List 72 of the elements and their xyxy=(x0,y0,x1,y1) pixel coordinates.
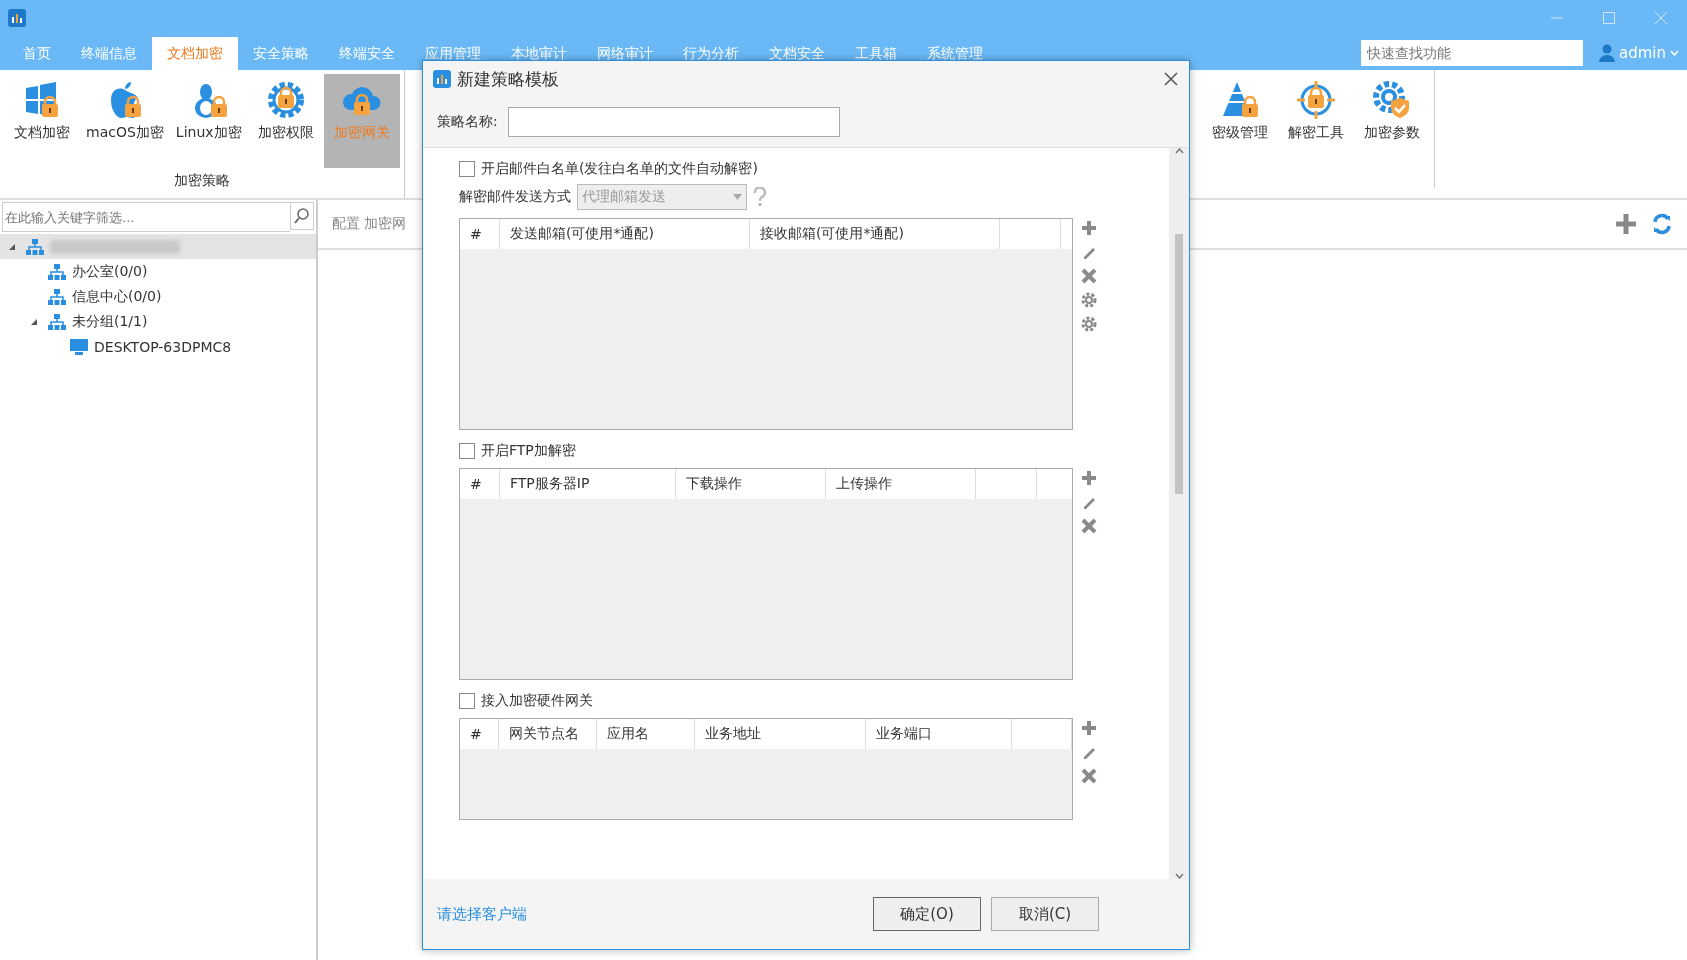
column-header: 发送邮箱(可使用*通配) xyxy=(500,219,750,249)
plus-icon[interactable] xyxy=(1081,470,1097,486)
app-icon xyxy=(8,9,26,27)
field-label: 解密邮件发送方式 xyxy=(459,188,571,206)
ribbon-button[interactable]: Linux加密 xyxy=(169,74,248,168)
caret-icon[interactable] xyxy=(1670,50,1679,56)
column-header: 业务地址 xyxy=(694,719,867,749)
scrollbar-thumb[interactable] xyxy=(1175,233,1183,494)
option-checkbox[interactable]: 开启FTP加解密 xyxy=(459,438,1169,464)
column-header: # xyxy=(460,719,500,749)
plus-icon[interactable] xyxy=(1615,213,1637,235)
ribbon-button[interactable]: 密级管理 xyxy=(1201,74,1278,168)
org-chart-icon xyxy=(48,313,66,330)
tree-item[interactable]: 办公室(0/0) xyxy=(0,259,316,284)
tree-label: 信息中心(0/0) xyxy=(72,287,162,306)
name-field[interactable] xyxy=(507,107,840,137)
user-icon xyxy=(1599,44,1615,62)
ok-button[interactable]: 确定(O) xyxy=(873,897,981,931)
cancel-button[interactable]: 取消(C) xyxy=(991,897,1099,931)
org-chart-icon xyxy=(26,238,44,255)
app-icon xyxy=(433,70,451,88)
computer-icon xyxy=(70,338,88,355)
delete-icon[interactable] xyxy=(1081,518,1097,534)
column-header: 下载操作 xyxy=(676,469,826,499)
settings-icon[interactable] xyxy=(1081,316,1097,332)
search-icon[interactable] xyxy=(290,202,314,230)
column-header: 业务端口 xyxy=(866,719,1013,749)
tree-item[interactable]: 未分组(1/1) xyxy=(0,309,316,334)
tree-item[interactable]: DESKTOP-63DPMC8 xyxy=(0,334,316,359)
filter-field[interactable]: 在此输入关键字筛选... xyxy=(2,202,290,232)
plus-icon[interactable] xyxy=(1081,720,1097,736)
delete-icon[interactable] xyxy=(1081,768,1097,784)
option-checkbox[interactable]: 接入加密硬件网关 xyxy=(459,688,1169,714)
dialog-title: 新建策略模板 xyxy=(457,67,559,91)
expand-toggle-icon[interactable] xyxy=(30,317,38,326)
ribbon-button[interactable]: 文档加密 xyxy=(4,74,80,168)
ribbon-button[interactable]: macOS加密 xyxy=(80,74,170,168)
refresh-icon[interactable] xyxy=(1651,213,1673,235)
tree-label: 未分组(1/1) xyxy=(72,312,148,331)
column-header: # xyxy=(460,219,500,249)
delete-icon[interactable] xyxy=(1081,268,1097,284)
ribbon-button[interactable]: 解密工具 xyxy=(1277,74,1354,168)
settings-icon[interactable] xyxy=(1081,292,1097,308)
column-header: 应用名 xyxy=(597,719,695,749)
gear-shield-icon xyxy=(1371,80,1412,120)
column-header: 网关节点名 xyxy=(499,719,598,749)
scroll-down-icon[interactable] xyxy=(1174,872,1184,879)
tree-item[interactable]: 信息中心(0/0) xyxy=(0,284,316,309)
column-header: FTP服务器IP xyxy=(500,469,676,499)
plus-icon[interactable] xyxy=(1081,220,1097,236)
target-lock-icon xyxy=(1295,80,1336,120)
org-chart-icon xyxy=(48,288,66,305)
column-header: # xyxy=(460,469,500,499)
ribbon-button[interactable]: 加密权限 xyxy=(247,74,324,168)
scrollbar[interactable] xyxy=(1169,148,1189,879)
scroll-up-icon[interactable] xyxy=(1174,148,1184,154)
tree-label: DESKTOP-63DPMC8 xyxy=(94,338,232,355)
column-header: 接收邮箱(可使用*通配) xyxy=(750,219,1000,249)
dropdown-arrow-icon[interactable] xyxy=(733,194,742,200)
help-icon[interactable] xyxy=(753,187,767,207)
expand-toggle-icon[interactable] xyxy=(8,242,16,251)
content-title: 配置 加密网 xyxy=(332,215,407,233)
gear-lock-icon xyxy=(265,80,306,120)
group-label: 加密策略 xyxy=(172,172,231,190)
ribbon-button[interactable]: 加密参数 xyxy=(1353,74,1430,168)
option-checkbox[interactable]: 开启邮件白名单(发往白名单的文件自动解密) xyxy=(459,156,1169,182)
close-icon[interactable] xyxy=(1163,71,1179,87)
search-field[interactable]: 快速查找功能 xyxy=(1361,40,1583,66)
org-chart-icon xyxy=(48,263,66,280)
field-label: 策略名称: xyxy=(437,113,498,131)
tree-label: 办公室(0/0) xyxy=(72,262,148,281)
column-header: 上传操作 xyxy=(826,469,976,499)
